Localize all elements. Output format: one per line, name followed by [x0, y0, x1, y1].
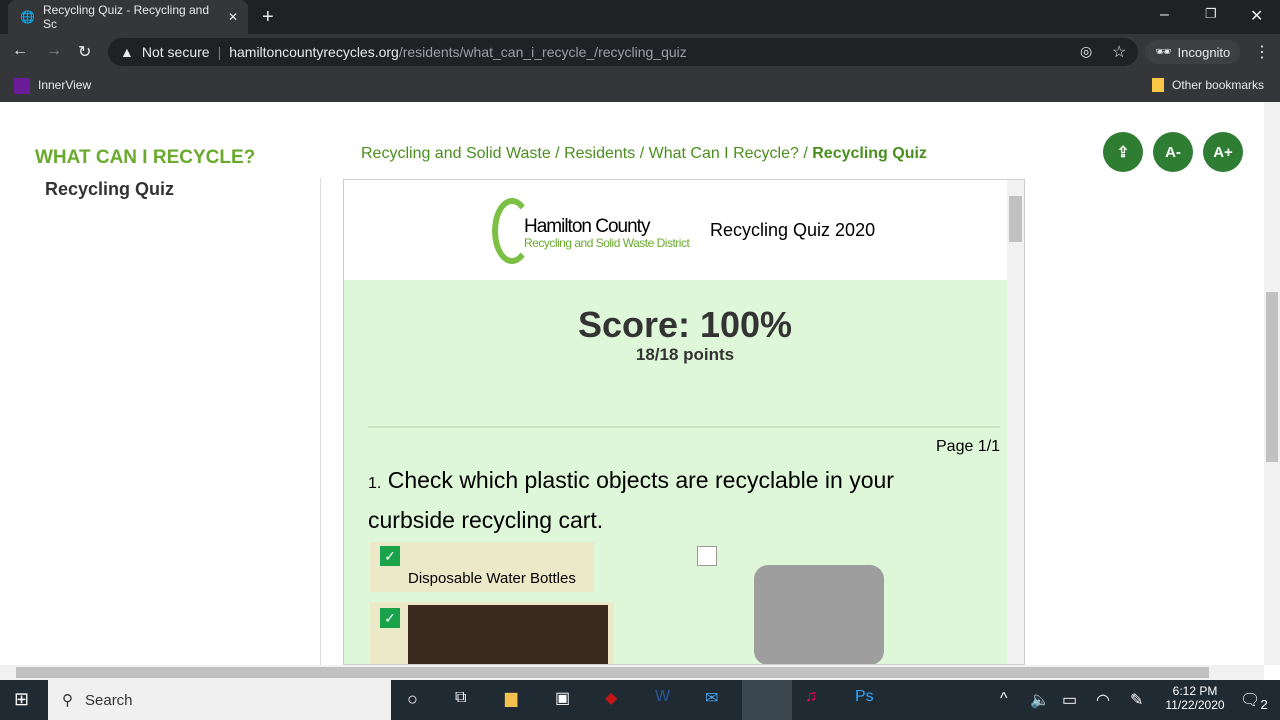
- tab-bar: 🌐 Recycling Quiz - Recycling and Sc ✕ + – …: [0, 0, 1280, 34]
- file-explorer-icon[interactable]: ▆: [505, 688, 517, 708]
- notifications-icon[interactable]: 🗨2: [1240, 690, 1268, 712]
- itunes-icon[interactable]: ♫: [805, 688, 817, 706]
- divider: [320, 178, 321, 668]
- star-icon[interactable]: ☆: [1112, 42, 1126, 62]
- innerview-icon: [14, 78, 30, 94]
- notification-count: 2: [1260, 697, 1268, 713]
- other-bookmarks-label: Other bookmarks: [1172, 78, 1265, 92]
- option-label: Disposable Water Bottles: [408, 570, 576, 587]
- time: 6:12 PM: [1172, 684, 1218, 698]
- horizontal-scrollbar[interactable]: [0, 665, 1264, 680]
- detergent-image: [408, 605, 608, 664]
- menu-icon[interactable]: ⋮: [1254, 42, 1270, 62]
- bookmark-label: InnerView: [38, 78, 92, 92]
- security-label: Not secure: [141, 44, 210, 60]
- share-icon: ⇪: [1116, 144, 1130, 161]
- bookmark-innerview[interactable]: InnerView: [14, 78, 91, 94]
- back-icon[interactable]: ←: [12, 42, 28, 60]
- page-scrollbar[interactable]: [1264, 102, 1280, 665]
- date: 11/22/2020: [1165, 698, 1225, 712]
- logo-line1: Hamilton County: [524, 216, 650, 237]
- breadcrumb-link[interactable]: Recycling and Solid Waste: [361, 145, 551, 162]
- pen-icon[interactable]: ✎: [1130, 690, 1143, 710]
- search-icon: ⚲: [62, 692, 73, 709]
- wifi-icon[interactable]: ◠: [1096, 690, 1110, 710]
- battery-icon[interactable]: ▭: [1062, 690, 1077, 710]
- logo-line2: Recycling and Solid Waste District: [524, 236, 690, 250]
- sep: /: [803, 145, 808, 162]
- photoshop-icon[interactable]: Ps: [855, 688, 874, 706]
- forward-icon[interactable]: →: [46, 42, 62, 60]
- quiz-scrollbar[interactable]: [1007, 180, 1024, 664]
- taskbar: ⊞ ⚲ Search ○ ⧉ ▆ ▣ ◆ W ✉ ♫ Ps ^ 🔈 ▭ ◠ ✎ 6…: [0, 680, 1280, 720]
- browser-tab[interactable]: 🌐 Recycling Quiz - Recycling and Sc ✕: [8, 0, 248, 34]
- task-view-icon[interactable]: ⧉: [455, 689, 466, 707]
- mail-icon[interactable]: ✉: [705, 688, 718, 708]
- close-window-icon[interactable]: ✕: [1250, 6, 1263, 26]
- option-water-bottles[interactable]: ✓ Disposable Water Bottles: [370, 542, 594, 592]
- font-decrease-button[interactable]: A-: [1153, 132, 1193, 172]
- question-text: Check which plastic objects are recyclab…: [368, 467, 894, 533]
- sep: /: [639, 145, 645, 162]
- sidebar-item-recycling-quiz[interactable]: Recycling Quiz: [45, 179, 174, 200]
- url-domain: hamiltoncountyrecycles.org: [229, 44, 399, 60]
- profile-label: Incognito: [1177, 44, 1231, 60]
- page-indicator: Page 1/1: [936, 438, 1001, 455]
- folder-icon: [1152, 78, 1164, 92]
- url-path: /residents/what_can_i_recycle_/recycling…: [398, 44, 687, 60]
- windows-start-icon[interactable]: ⊞: [14, 689, 29, 710]
- points: 18/18 points: [635, 345, 735, 364]
- quiz-frame: Hamilton County Recycling and Solid Wast…: [343, 179, 1025, 665]
- minimize-icon[interactable]: –: [1160, 6, 1169, 24]
- cortana-icon[interactable]: ○: [407, 689, 418, 710]
- quiz-header: Hamilton County Recycling and Solid Wast…: [344, 180, 1024, 280]
- restore-icon[interactable]: ❐: [1205, 6, 1217, 22]
- font-increase-button[interactable]: A+: [1203, 132, 1243, 172]
- divider: [368, 426, 1000, 428]
- tray-chevron-icon[interactable]: ^: [1000, 690, 1008, 708]
- share-button[interactable]: ⇪: [1103, 132, 1143, 172]
- address-bar[interactable]: ▲ Not secure | hamiltoncountyrecycles.org/…: [108, 38, 1138, 66]
- search-label: Search: [85, 691, 133, 709]
- checkbox-checked[interactable]: ✓: [380, 546, 400, 566]
- foam-container-image: [754, 565, 884, 664]
- other-bookmarks[interactable]: Other bookmarks: [1152, 78, 1264, 92]
- incognito-icon: 🕶: [1155, 44, 1172, 59]
- globe-icon: 🌐: [20, 10, 35, 24]
- warning-icon: ▲: [120, 44, 134, 60]
- mcafee-icon[interactable]: ◆: [605, 688, 617, 708]
- word-icon[interactable]: W: [655, 688, 670, 706]
- clock[interactable]: 6:12 PM 11/22/2020: [1160, 684, 1230, 712]
- sep: /: [555, 145, 560, 162]
- bookmarks-bar: InnerView Other bookmarks: [0, 70, 1280, 102]
- reload-icon[interactable]: ↻: [78, 42, 91, 62]
- store-icon[interactable]: ▣: [555, 688, 570, 708]
- quiz-body: Score: 100% 18/18 points Page 1/1 1. Che…: [344, 280, 1024, 664]
- close-tab-icon[interactable]: ✕: [228, 10, 238, 24]
- profile-button[interactable]: 🕶 Incognito: [1145, 40, 1241, 64]
- taskbar-search[interactable]: ⚲ Search: [48, 680, 391, 720]
- sidebar-heading: WHAT CAN I RECYCLE?: [35, 147, 256, 168]
- breadcrumb-link[interactable]: Residents: [564, 145, 635, 162]
- option-detergent[interactable]: ✓: [370, 602, 614, 664]
- new-tab-icon[interactable]: +: [262, 6, 274, 29]
- volume-icon[interactable]: 🔈: [1030, 690, 1050, 710]
- checkbox-unchecked[interactable]: [697, 546, 717, 566]
- tab-title: Recycling Quiz - Recycling and Sc: [42, 3, 210, 31]
- quiz-title: Recycling Quiz 2020: [710, 220, 876, 240]
- breadcrumb-current: Recycling Quiz: [812, 145, 927, 162]
- score: Score: 100%: [577, 304, 793, 345]
- breadcrumb-link[interactable]: What Can I Recycle?: [649, 145, 799, 162]
- breadcrumb: Recycling and Solid Waste / Residents / …: [361, 145, 927, 163]
- question-number: 1.: [368, 475, 382, 492]
- eye-off-icon[interactable]: ◎: [1080, 43, 1092, 60]
- checkbox-checked[interactable]: ✓: [380, 608, 400, 628]
- chrome-taskbar-icon[interactable]: [742, 680, 792, 720]
